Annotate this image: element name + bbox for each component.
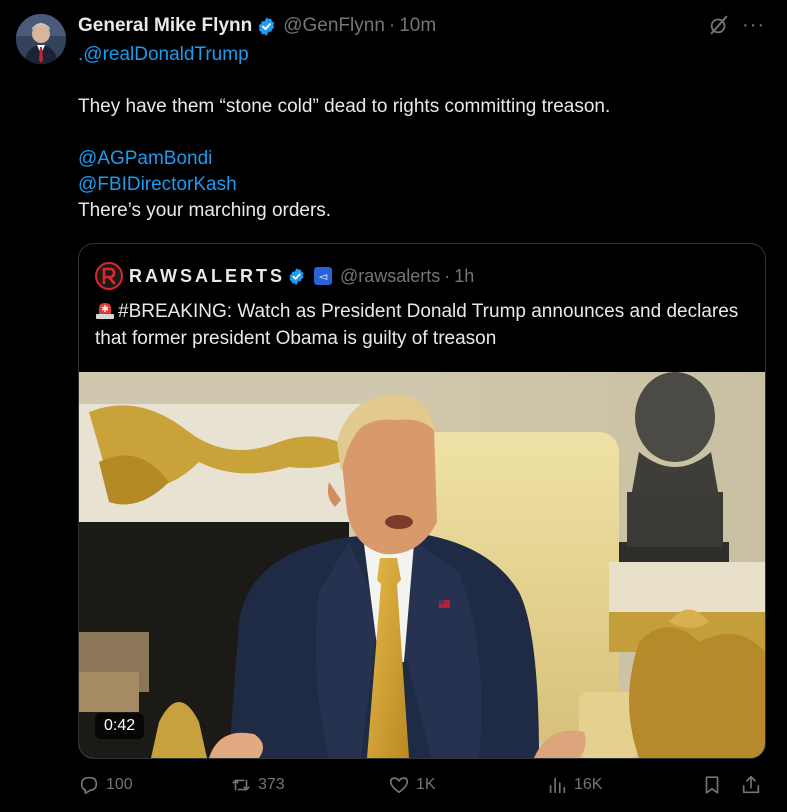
author-handle[interactable]: @GenFlynn — [283, 15, 385, 37]
post-top-actions: ··· — [708, 14, 765, 36]
mention-link[interactable]: .@realDonaldTrump — [78, 42, 768, 68]
like-count: 1K — [416, 776, 436, 793]
quoted-post-body: #BREAKING: Watch as President Donald Tru… — [95, 301, 739, 349]
post-text-line: There’s your marching orders. — [78, 200, 332, 221]
analytics-icon — [549, 777, 566, 794]
video-duration-badge: 0:42 — [95, 713, 145, 739]
bookmark-icon — [705, 776, 719, 794]
verified-badge-icon[interactable] — [256, 16, 277, 37]
author-name[interactable]: General Mike Flynn — [78, 15, 252, 37]
quoted-author-handle[interactable]: @rawsalerts — [340, 266, 440, 287]
share-icon — [742, 775, 760, 794]
video-thumbnail — [79, 372, 765, 758]
post-timestamp[interactable]: 10m — [399, 15, 436, 37]
verified-badge-icon[interactable] — [287, 267, 306, 286]
repost-button[interactable]: 373 — [230, 774, 285, 796]
quoted-post-timestamp[interactable]: 1h — [454, 266, 474, 287]
author-avatar[interactable] — [16, 14, 66, 64]
bookmark-button[interactable] — [701, 774, 723, 796]
grok-icon[interactable] — [708, 14, 730, 36]
reply-button[interactable]: 100 — [78, 774, 133, 796]
post-text: .@realDonaldTrump They have them “stone … — [78, 42, 768, 224]
mention-link[interactable]: @AGPamBondi — [78, 146, 768, 172]
video-player[interactable]: 0:42 — [79, 372, 765, 758]
separator-dot: · — [388, 15, 396, 36]
quoted-author-name[interactable]: RAWSALERTS — [129, 266, 285, 287]
reply-icon — [80, 776, 98, 795]
mention-link[interactable]: @FBIDirectorKash — [78, 172, 768, 198]
views-button[interactable]: 16K — [546, 774, 602, 796]
avatar-image — [16, 14, 66, 64]
more-options-icon[interactable]: ··· — [742, 15, 765, 35]
quoted-post-header: RAWSALERTS ◅ @rawsalerts · 1h — [95, 262, 474, 290]
views-count: 16K — [574, 776, 603, 793]
separator-dot: · — [444, 265, 451, 286]
reply-count: 100 — [106, 776, 133, 793]
quoted-post-text: #BREAKING: Watch as President Donald Tru… — [95, 298, 745, 352]
rawsalerts-logo-icon[interactable] — [95, 262, 123, 290]
siren-emoji-icon — [96, 303, 114, 319]
post-text-line: They have them “stone cold” dead to righ… — [78, 96, 611, 117]
share-button[interactable] — [740, 774, 762, 796]
affiliate-badge-icon[interactable]: ◅ — [314, 267, 332, 285]
post-header: General Mike Flynn @GenFlynn · 10m — [78, 14, 436, 38]
repost-icon — [232, 779, 250, 791]
post-action-bar: 100 373 1K 16K — [78, 774, 768, 802]
quoted-post[interactable]: RAWSALERTS ◅ @rawsalerts · 1h #BREAKING:… — [78, 243, 766, 759]
repost-count: 373 — [258, 776, 285, 793]
like-button[interactable]: 1K — [388, 774, 436, 796]
heart-icon — [389, 777, 409, 794]
